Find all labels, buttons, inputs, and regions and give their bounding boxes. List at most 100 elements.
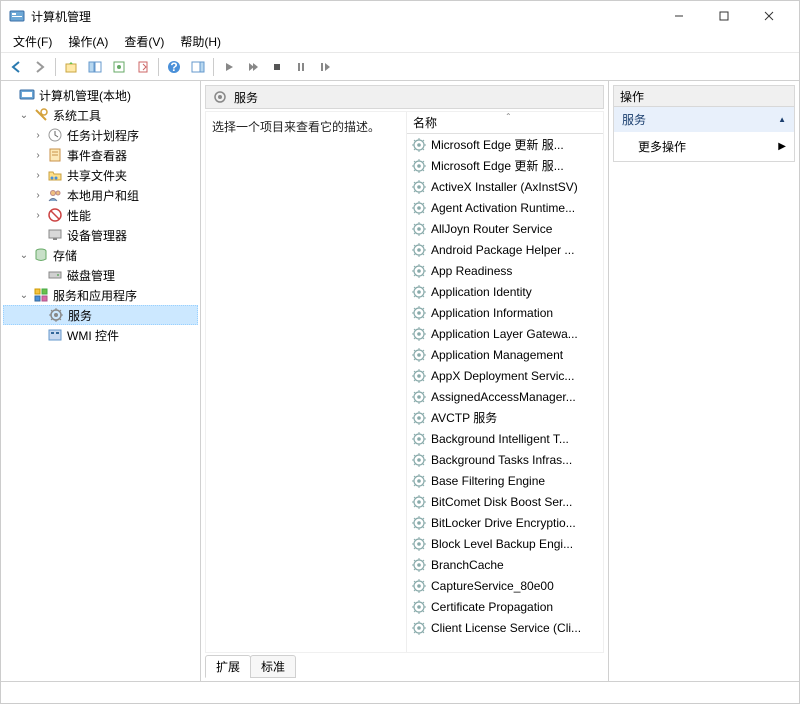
window-title: 计算机管理 (31, 8, 656, 25)
collapse-icon[interactable]: ⌄ (17, 290, 31, 301)
minimize-button[interactable] (656, 1, 701, 31)
close-button[interactable] (746, 1, 791, 31)
event-icon (47, 147, 63, 163)
service-row[interactable]: CaptureService_80e00 (407, 575, 603, 596)
gear-icon (411, 326, 427, 342)
actions-more-label: 更多操作 (638, 138, 686, 155)
service-row[interactable]: Microsoft Edge 更新 服... (407, 155, 603, 176)
service-row[interactable]: Certificate Propagation (407, 596, 603, 617)
service-row[interactable]: App Readiness (407, 260, 603, 281)
separator (213, 58, 214, 76)
service-row[interactable]: ActiveX Installer (AxInstSV) (407, 176, 603, 197)
sort-asc-icon: ⌃ (505, 112, 512, 121)
tree-system-tools[interactable]: ⌄ 系统工具 (3, 105, 198, 125)
play-all-button[interactable] (242, 56, 264, 78)
expand-icon[interactable]: › (31, 150, 45, 161)
service-name: Background Tasks Infras... (431, 453, 572, 467)
service-row[interactable]: Base Filtering Engine (407, 470, 603, 491)
menu-view[interactable]: 查看(V) (116, 31, 172, 52)
expand-icon[interactable]: › (31, 130, 45, 141)
service-row[interactable]: Android Package Helper ... (407, 239, 603, 260)
menu-action[interactable]: 操作(A) (60, 31, 116, 52)
service-name: Block Level Backup Engi... (431, 537, 573, 551)
service-row[interactable]: AssignedAccessManager... (407, 386, 603, 407)
service-name: CaptureService_80e00 (431, 579, 554, 593)
tree-event-viewer[interactable]: › 事件查看器 (3, 145, 198, 165)
gear-icon (411, 242, 427, 258)
list-header[interactable]: 名称 ⌃ (407, 112, 603, 134)
tree-storage[interactable]: ⌄ 存储 (3, 245, 198, 265)
properties-button[interactable] (108, 56, 130, 78)
service-row[interactable]: BranchCache (407, 554, 603, 575)
service-row[interactable]: Background Tasks Infras... (407, 449, 603, 470)
tree-services-apps[interactable]: ⌄ 服务和应用程序 (3, 285, 198, 305)
service-name: Certificate Propagation (431, 600, 553, 614)
tree-performance[interactable]: › 性能 (3, 205, 198, 225)
stop-button[interactable] (266, 56, 288, 78)
service-name: AllJoyn Router Service (431, 222, 552, 236)
tab-standard[interactable]: 标准 (250, 655, 296, 678)
service-row[interactable]: Application Information (407, 302, 603, 323)
gear-icon (411, 347, 427, 363)
tree-services[interactable]: 服务 (3, 305, 198, 325)
service-name: Background Intelligent T... (431, 432, 569, 446)
pause-button[interactable] (290, 56, 312, 78)
tree-device-manager[interactable]: 设备管理器 (3, 225, 198, 245)
actions-group-title[interactable]: 服务 ▲ (614, 107, 794, 132)
tree-wmi[interactable]: WMI 控件 (3, 325, 198, 345)
up-button[interactable] (60, 56, 82, 78)
statusbar (1, 681, 799, 703)
collapse-icon[interactable]: ⌄ (17, 110, 31, 121)
collapse-icon[interactable]: ⌄ (17, 250, 31, 261)
gear-icon (411, 368, 427, 384)
nav-tree[interactable]: 计算机管理(本地) ⌄ 系统工具 › 任务计划程序 › 事件查看器 › 共享文件… (1, 81, 201, 681)
show-hide-tree-button[interactable] (84, 56, 106, 78)
description-column: 选择一个项目来查看它的描述。 (206, 112, 406, 652)
service-row[interactable]: Background Intelligent T... (407, 428, 603, 449)
service-name: Client License Service (Cli... (431, 621, 581, 635)
service-row[interactable]: Application Management (407, 344, 603, 365)
service-row[interactable]: Microsoft Edge 更新 服... (407, 134, 603, 155)
export-button[interactable] (132, 56, 154, 78)
gear-icon (411, 200, 427, 216)
tab-extended[interactable]: 扩展 (205, 655, 251, 678)
back-button[interactable] (5, 56, 27, 78)
list-body[interactable]: Microsoft Edge 更新 服...Microsoft Edge 更新 … (407, 134, 603, 652)
detail-pane: 服务 选择一个项目来查看它的描述。 名称 ⌃ Microsoft Edge 更新… (201, 81, 609, 681)
gear-icon (411, 431, 427, 447)
separator (158, 58, 159, 76)
service-name: Application Layer Gatewa... (431, 327, 578, 341)
menu-help[interactable]: 帮助(H) (172, 31, 229, 52)
service-row[interactable]: Agent Activation Runtime... (407, 197, 603, 218)
service-row[interactable]: BitLocker Drive Encryptio... (407, 512, 603, 533)
help-button[interactable]: ? (163, 56, 185, 78)
gear-icon (411, 305, 427, 321)
tree-root[interactable]: 计算机管理(本地) (3, 85, 198, 105)
tree-task-scheduler[interactable]: › 任务计划程序 (3, 125, 198, 145)
forward-button[interactable] (29, 56, 51, 78)
device-icon (47, 227, 63, 243)
service-row[interactable]: Application Identity (407, 281, 603, 302)
tree-shared-folders[interactable]: › 共享文件夹 (3, 165, 198, 185)
restart-button[interactable] (314, 56, 336, 78)
service-row[interactable]: AllJoyn Router Service (407, 218, 603, 239)
tree-label: 设备管理器 (67, 227, 127, 244)
service-row[interactable]: Application Layer Gatewa... (407, 323, 603, 344)
service-row[interactable]: AppX Deployment Servic... (407, 365, 603, 386)
maximize-button[interactable] (701, 1, 746, 31)
service-row[interactable]: BitComet Disk Boost Ser... (407, 491, 603, 512)
expand-icon[interactable]: › (31, 170, 45, 181)
actions-pane-button[interactable] (187, 56, 209, 78)
service-row[interactable]: Client License Service (Cli... (407, 617, 603, 638)
expand-icon[interactable]: › (31, 190, 45, 201)
menu-file[interactable]: 文件(F) (5, 31, 60, 52)
service-row[interactable]: AVCTP 服务 (407, 407, 603, 428)
service-row[interactable]: Block Level Backup Engi... (407, 533, 603, 554)
actions-more[interactable]: 更多操作 ▶ (614, 132, 794, 161)
play-button[interactable] (218, 56, 240, 78)
expand-icon[interactable]: › (31, 210, 45, 221)
service-name: App Readiness (431, 264, 512, 278)
tree-disk-management[interactable]: 磁盘管理 (3, 265, 198, 285)
tree-label: 事件查看器 (67, 147, 127, 164)
tree-local-users[interactable]: › 本地用户和组 (3, 185, 198, 205)
